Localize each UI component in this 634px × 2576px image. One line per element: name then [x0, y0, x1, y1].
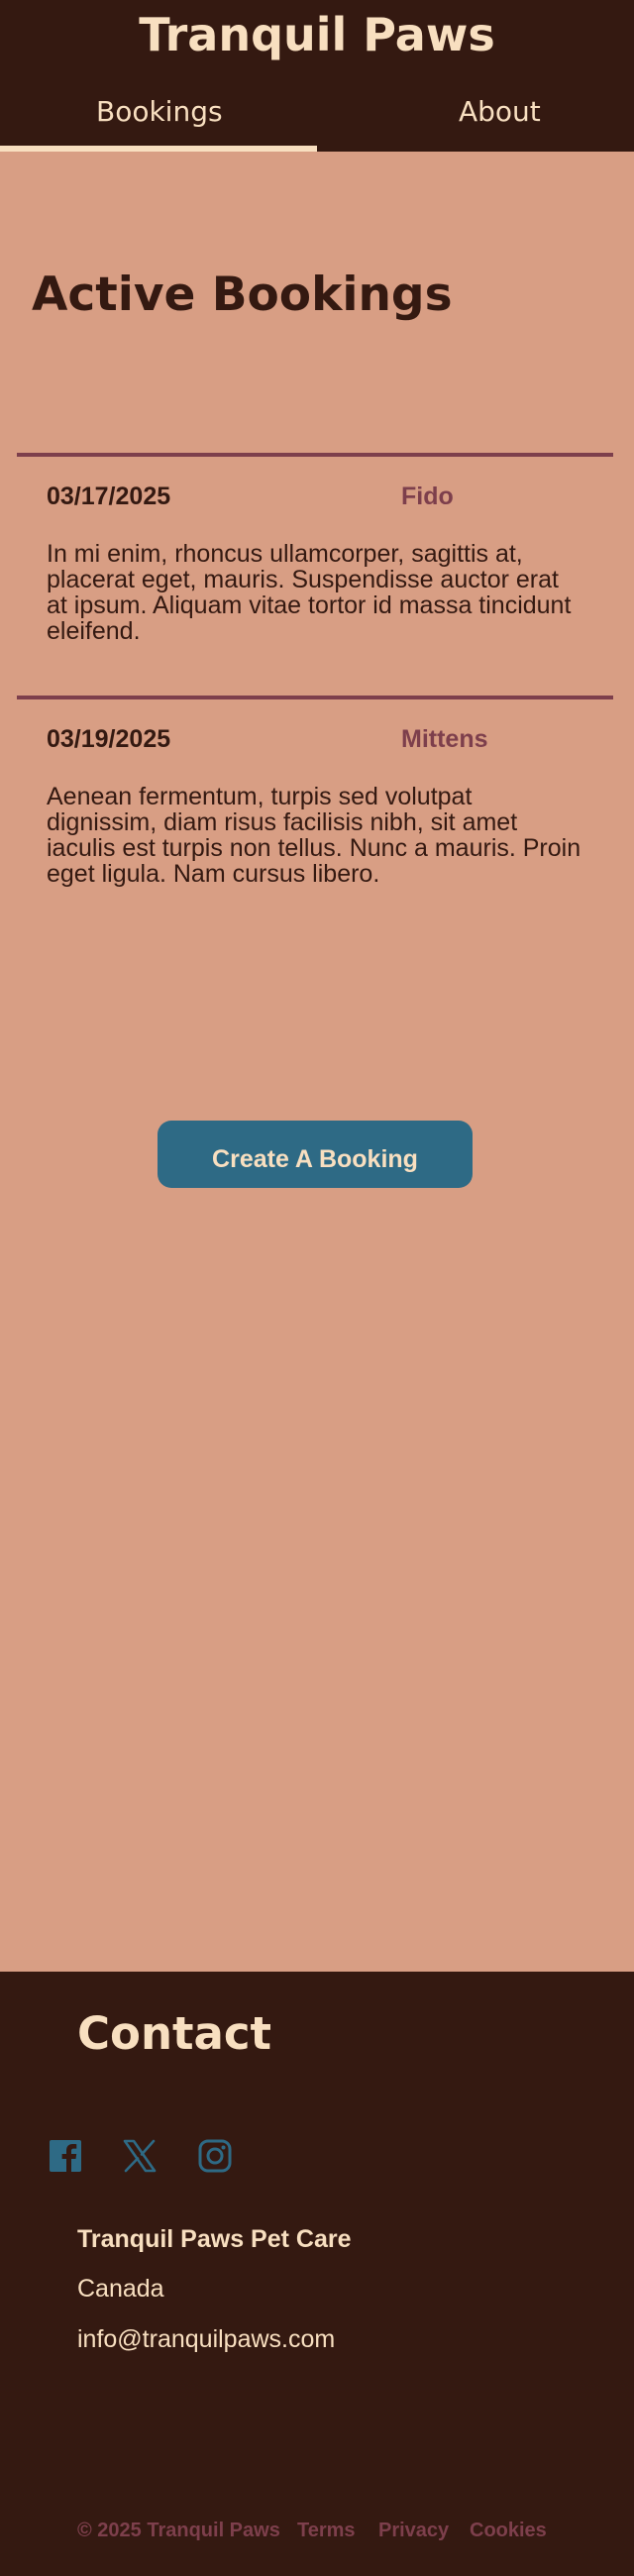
booking-card: 03/17/2025 Fido In mi enim, rhoncus ulla… [17, 453, 613, 696]
booking-description: In mi enim, rhoncus ullamcorper, sagitti… [47, 540, 572, 645]
tab-about[interactable]: About [317, 79, 634, 152]
booking-pet-name: Mittens [401, 725, 488, 753]
contact-email-link[interactable]: info@tranquilpaws.com [77, 2325, 335, 2354]
page-title: Active Bookings [32, 268, 453, 322]
privacy-link[interactable]: Privacy [378, 2520, 449, 2542]
x-icon[interactable] [122, 2138, 158, 2174]
company-country: Canada [77, 2275, 164, 2303]
tab-about-label: About [459, 95, 541, 128]
facebook-icon[interactable] [48, 2138, 83, 2174]
booking-date: 03/19/2025 [47, 725, 171, 753]
site-title: Tranquil Paws [139, 8, 495, 61]
active-tab-indicator [0, 146, 317, 152]
site-footer: Contact Tranquil Paws Pet Care Canada in… [0, 1972, 634, 2576]
booking-pet-name: Fido [401, 483, 454, 510]
create-booking-button[interactable]: Create A Booking [158, 1121, 473, 1188]
site-header: Tranquil Paws Bookings About [0, 0, 634, 152]
instagram-icon[interactable] [197, 2138, 233, 2174]
contact-title: Contact [77, 2007, 272, 2060]
tab-bookings-label: Bookings [96, 95, 223, 128]
booking-description: Aenean fermentum, turpis sed volutpat di… [47, 783, 581, 888]
booking-card: 03/19/2025 Mittens Aenean fermentum, tur… [17, 696, 613, 894]
terms-link[interactable]: Terms [297, 2520, 356, 2542]
cookies-link[interactable]: Cookies [470, 2520, 547, 2542]
booking-date: 03/17/2025 [47, 483, 171, 510]
tab-bookings[interactable]: Bookings [0, 79, 317, 152]
company-name: Tranquil Paws Pet Care [77, 2225, 352, 2253]
copyright-text: © 2025 Tranquil Paws [77, 2520, 280, 2541]
